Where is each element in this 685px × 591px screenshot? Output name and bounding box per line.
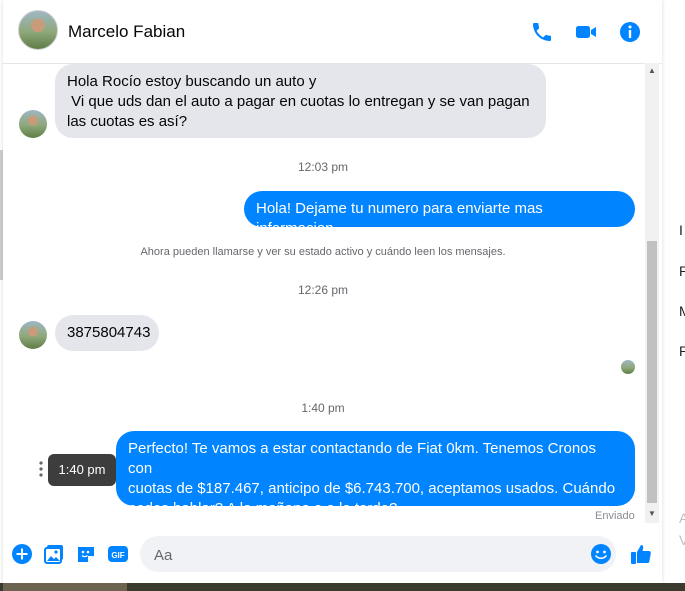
composer-bar: GIF <box>3 527 662 583</box>
message-line: Hola Rocío estoy buscando un auto y <box>67 73 317 90</box>
background-text: I <box>679 222 683 238</box>
background-text: P <box>679 343 685 359</box>
scroll-down-arrow-icon[interactable]: ▼ <box>647 509 657 519</box>
taskbar-strip <box>0 583 685 591</box>
like-icon[interactable] <box>629 542 653 566</box>
message-timestamp: 12:26 pm <box>297 283 349 297</box>
background-page <box>665 0 685 591</box>
background-text: V <box>679 532 685 548</box>
contact-avatar[interactable] <box>18 10 58 50</box>
outgoing-message-bubble[interactable]: Hola! Dejame tu numero para enviarte mas… <box>244 191 635 237</box>
message-line: las cuotas es así? <box>67 113 188 130</box>
scroll-thumb[interactable] <box>647 241 657 503</box>
more-options-icon[interactable] <box>38 460 44 478</box>
svg-text:GIF: GIF <box>111 551 124 560</box>
message-timestamp: 12:03 pm <box>297 160 349 174</box>
plus-icon[interactable] <box>11 543 33 565</box>
incoming-message-bubble[interactable]: 3875804743 <box>55 315 159 351</box>
phone-icon[interactable] <box>530 20 554 44</box>
image-icon[interactable] <box>43 543 65 565</box>
sender-avatar[interactable] <box>19 321 47 349</box>
message-scrollbar[interactable]: ▲ ▼ <box>645 63 659 523</box>
chat-header: Marcelo Fabian <box>3 0 662 64</box>
chat-window: Marcelo Fabian Hola Rocío estoy buscando… <box>3 0 662 583</box>
emoji-icon[interactable] <box>590 543 612 565</box>
message-line: podes hablar? A la mañana o a la tarde? <box>128 500 398 517</box>
read-receipt-avatar <box>621 360 635 374</box>
message-line: Vi que uds dan el auto a pagar en cuotas… <box>67 93 530 110</box>
message-input[interactable] <box>152 536 576 574</box>
system-notice: Ahora pueden llamarse y ver su estado ac… <box>140 246 506 258</box>
message-line: Perfecto! Te vamos a estar contactando d… <box>128 440 597 477</box>
sender-avatar[interactable] <box>19 110 47 138</box>
message-timestamp: 1:40 pm <box>301 401 345 415</box>
message-status: Enviado <box>595 510 635 522</box>
time-tooltip: 1:40 pm <box>48 454 116 486</box>
sticker-icon[interactable] <box>75 543 97 565</box>
incoming-message-bubble[interactable]: Hola Rocío estoy buscando un auto y Vi q… <box>55 64 546 138</box>
gif-icon[interactable]: GIF <box>107 543 129 565</box>
background-text: M <box>679 303 685 319</box>
outgoing-message-bubble[interactable]: Perfecto! Te vamos a estar contactando d… <box>116 431 635 517</box>
info-icon[interactable] <box>618 20 642 44</box>
scroll-up-arrow-icon[interactable]: ▲ <box>647 66 657 76</box>
message-line: cuotas de $187.467, anticipo de $6.743.7… <box>128 480 616 497</box>
message-input-box[interactable] <box>140 536 616 574</box>
video-icon[interactable] <box>574 20 598 44</box>
background-text: P <box>679 263 685 279</box>
background-text: A <box>679 510 685 526</box>
taskbar-segment <box>3 583 127 591</box>
contact-name[interactable]: Marcelo Fabian <box>68 22 185 42</box>
